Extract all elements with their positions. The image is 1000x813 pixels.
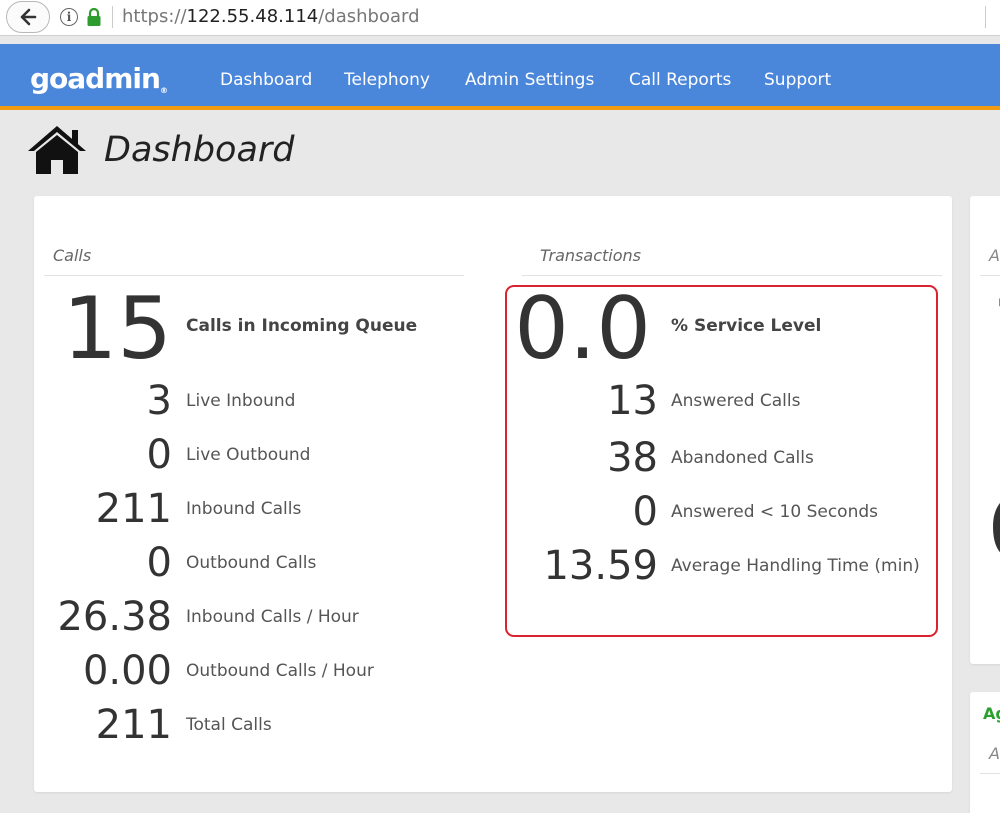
home-icon <box>28 126 86 174</box>
lock-icon <box>87 7 101 26</box>
live-inbound-value: 3 <box>146 378 172 424</box>
live-outbound-label: Live Outbound <box>186 445 311 465</box>
answered-calls-value: 13 <box>607 378 658 424</box>
side-panel-heading: A <box>989 246 1000 265</box>
url-host: 122.55.48.114 <box>186 6 319 27</box>
inbound-calls-label: Inbound Calls <box>186 499 302 519</box>
answered-calls-label: Answered Calls <box>671 391 801 411</box>
total-calls-label: Total Calls <box>186 715 272 735</box>
average-handling-time-label: Average Handling Time (min) <box>671 556 920 576</box>
nav-telephony[interactable]: Telephony <box>344 70 430 90</box>
service-level-label: % Service Level <box>671 316 822 336</box>
outbound-calls-per-hour-label: Outbound Calls / Hour <box>186 661 374 681</box>
side-panel-value-2: 6 <box>987 486 1000 572</box>
brand-logo[interactable]: goadmin® <box>30 62 168 95</box>
info-icon[interactable]: i <box>60 8 78 26</box>
calls-in-queue-value: 15 <box>62 279 172 379</box>
transactions-section-divider <box>522 275 942 276</box>
outbound-calls-per-hour-value: 0.00 <box>82 648 172 694</box>
calls-in-queue-label: Calls in Incoming Queue <box>186 316 418 336</box>
page-title: Dashboard <box>104 130 295 170</box>
browser-address-bar: i https://122.55.48.114/dashboard <box>0 0 1000 36</box>
abandoned-calls-label: Abandoned Calls <box>671 448 814 468</box>
top-navbar: goadmin® Dashboard Telephony Admin Setti… <box>0 44 1000 110</box>
side-panel-bottom-divider <box>980 773 1000 774</box>
url-scheme: https:// <box>122 6 187 27</box>
side-panel-divider <box>980 275 1000 276</box>
inbound-calls-value: 211 <box>95 486 172 532</box>
nav-dashboard[interactable]: Dashboard <box>220 70 312 90</box>
side-panel-bottom-title: Ag <box>983 704 1000 723</box>
nav-admin-settings[interactable]: Admin Settings <box>465 70 594 90</box>
inbound-calls-per-hour-label: Inbound Calls / Hour <box>186 607 359 627</box>
back-arrow-icon <box>20 8 37 26</box>
inbound-calls-per-hour-value: 26.38 <box>57 594 172 640</box>
url-field[interactable]: https://122.55.48.114/dashboard <box>122 6 420 27</box>
answered-under-10s-label: Answered < 10 Seconds <box>671 502 878 522</box>
url-path: /dashboard <box>318 6 420 27</box>
abandoned-calls-value: 38 <box>607 435 658 481</box>
address-divider-right <box>985 6 986 28</box>
live-outbound-value: 0 <box>146 432 172 478</box>
answered-under-10s-value: 0 <box>632 489 658 535</box>
outbound-calls-value: 0 <box>146 540 172 586</box>
side-panel-bottom-subtitle: A <box>989 744 1000 763</box>
transactions-section-title: Transactions <box>540 246 641 265</box>
calls-section-divider <box>44 275 464 276</box>
outbound-calls-label: Outbound Calls <box>186 553 317 573</box>
average-handling-time-value: 13.59 <box>543 543 658 589</box>
total-calls-value: 211 <box>95 702 172 748</box>
service-level-value: 0.0 <box>514 279 651 379</box>
nav-support[interactable]: Support <box>764 70 831 90</box>
back-button[interactable] <box>6 1 50 33</box>
brand-text: goadmin <box>30 62 161 95</box>
brand-registered-mark: ® <box>159 86 168 95</box>
calls-section-title: Calls <box>53 246 92 265</box>
live-inbound-label: Live Inbound <box>186 391 296 411</box>
nav-call-reports[interactable]: Call Reports <box>629 70 731 90</box>
address-divider <box>112 6 113 28</box>
side-panel-value-1: 1 <box>990 286 1000 372</box>
side-panel-top <box>970 196 1000 664</box>
